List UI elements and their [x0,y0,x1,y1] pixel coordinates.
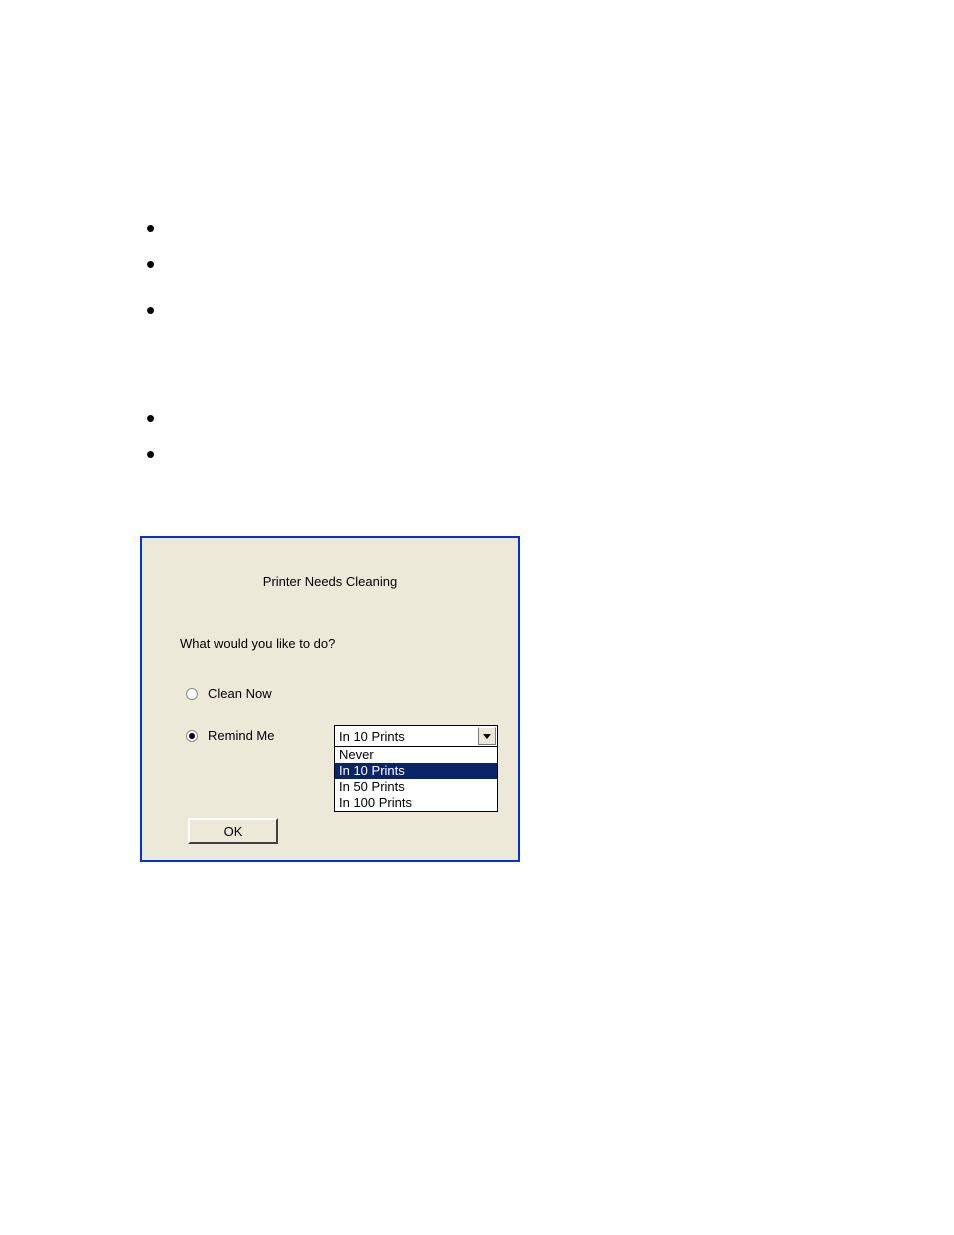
dialog-container: Printer Needs Cleaning What would you li… [140,484,814,862]
option-clean-now[interactable]: Clean Now [186,686,272,701]
dialog-title: Printer Needs Cleaning [142,538,518,589]
remind-interval-dropdown[interactable]: In 10 Prints Never In 10 Prints In 50 Pr… [334,725,498,812]
dropdown-option[interactable]: Never [335,747,497,763]
chevron-down-icon [483,734,491,739]
bullet-item [140,222,814,258]
bullet-item [140,258,814,304]
dropdown-option[interactable]: In 10 Prints [335,763,497,779]
option-remind-me[interactable]: Remind Me [186,728,274,743]
ok-button-label: OK [224,824,243,839]
ok-button[interactable]: OK [188,818,278,844]
dropdown-selected-value: In 10 Prints [339,729,405,744]
bullet-group-2 [140,340,814,484]
dropdown-list: Never In 10 Prints In 50 Prints In 100 P… [334,747,498,812]
bullet-item [140,448,814,484]
bullet-item [140,304,814,340]
radio-icon [186,688,198,700]
cleaning-reminder-dialog: Printer Needs Cleaning What would you li… [140,536,520,862]
document-page: Printer Needs Cleaning What would you li… [0,0,954,862]
dropdown-button[interactable] [478,727,496,745]
option-label: Remind Me [208,728,274,743]
dropdown-option[interactable]: In 50 Prints [335,779,497,795]
dropdown-option[interactable]: In 100 Prints [335,795,497,811]
dropdown-display[interactable]: In 10 Prints [334,725,498,747]
radio-icon [186,730,198,742]
bullet-item [140,412,814,448]
dialog-question: What would you like to do? [180,636,335,651]
option-label: Clean Now [208,686,272,701]
bullet-group-1 [140,0,814,340]
